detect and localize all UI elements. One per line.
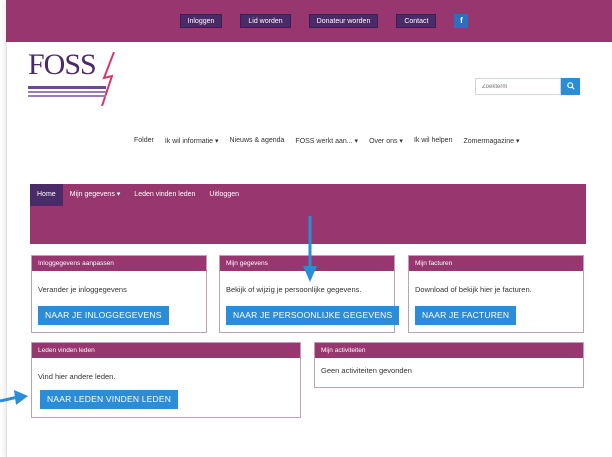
card-description: Verander je inloggegevens (38, 285, 127, 294)
nav-item-over-ons[interactable]: Over ons ▾ (369, 137, 403, 145)
logo-stripe (28, 86, 106, 89)
nav-item-nieuws-agenda[interactable]: Nieuws & agenda (230, 137, 285, 145)
search-icon (566, 82, 575, 90)
contact-button[interactable]: Contact (396, 14, 437, 28)
subnav-item-mijn-gegevens[interactable]: Mijn gegevens ▾ (63, 184, 128, 206)
invoices-button[interactable]: NAAR JE FACTUREN (415, 306, 517, 325)
card-title: Mijn activiteiten (315, 343, 583, 358)
arrow-right-icon (0, 390, 28, 405)
card-members-find-members: Leden vinden leden Vind hier andere lede… (31, 342, 301, 418)
search-button[interactable] (561, 78, 580, 95)
arrow-down-icon (303, 216, 317, 282)
lightning-bolt-icon (101, 52, 115, 106)
foss-logo[interactable]: FOSS (28, 48, 124, 110)
card-my-activities: Mijn activiteiten Geen activiteiten gevo… (314, 342, 584, 388)
main-navigation: Folder Ik wil informatie ▾ Nieuws & agen… (134, 137, 520, 145)
facebook-icon[interactable]: f (454, 14, 469, 28)
user-subnav: Home Mijn gegevens ▾ Leden vinden leden … (30, 184, 246, 206)
nav-item-foss-werkt-aan[interactable]: FOSS werkt aan... ▾ (295, 137, 358, 145)
card-title: Leden vinden leden (32, 343, 300, 358)
card-login-details: Inloggegevens aanpassen Verander je inlo… (31, 255, 207, 333)
personal-details-button[interactable]: NAAR JE PERSOONLIJKE GEGEVENS (226, 306, 400, 325)
card-my-invoices: Mijn facturen Download of bekijk hier je… (408, 255, 584, 333)
card-description: Download of bekijk hier je facturen. (415, 285, 532, 294)
card-title: Mijn facturen (409, 256, 583, 271)
login-button[interactable]: Inloggen (179, 14, 223, 28)
subnav-item-home[interactable]: Home (30, 184, 63, 206)
search-input[interactable] (475, 78, 561, 95)
card-description: Geen activiteiten gevonden (321, 366, 412, 375)
logo-text: FOSS (28, 48, 97, 81)
become-member-button[interactable]: Lid worden (240, 14, 291, 28)
become-donor-button[interactable]: Donateur worden (308, 14, 379, 28)
logo-stripe (28, 91, 106, 93)
subnav-item-uitloggen[interactable]: Uitloggen (202, 184, 246, 206)
logo-stripe (28, 95, 106, 97)
nav-item-folder[interactable]: Folder (134, 137, 154, 145)
card-description: Vind hier andere leden. (38, 372, 116, 381)
nav-item-ik-wil-helpen[interactable]: Ik wil helpen (414, 137, 453, 145)
members-find-members-button[interactable]: NAAR LEDEN VINDEN LEDEN (40, 390, 179, 409)
top-bar: Inloggen Lid worden Donateur worden Cont… (6, 0, 612, 42)
nav-item-zomermagazine[interactable]: Zomermagazine ▾ (463, 137, 519, 145)
card-title: Inloggegevens aanpassen (32, 256, 206, 271)
login-details-button[interactable]: NAAR JE INLOGGEGEVENS (38, 306, 169, 325)
search-bar (475, 78, 580, 95)
subnav-item-leden-vinden-leden[interactable]: Leden vinden leden (127, 184, 202, 206)
nav-item-ik-wil-informatie[interactable]: Ik wil informatie ▾ (165, 137, 219, 145)
